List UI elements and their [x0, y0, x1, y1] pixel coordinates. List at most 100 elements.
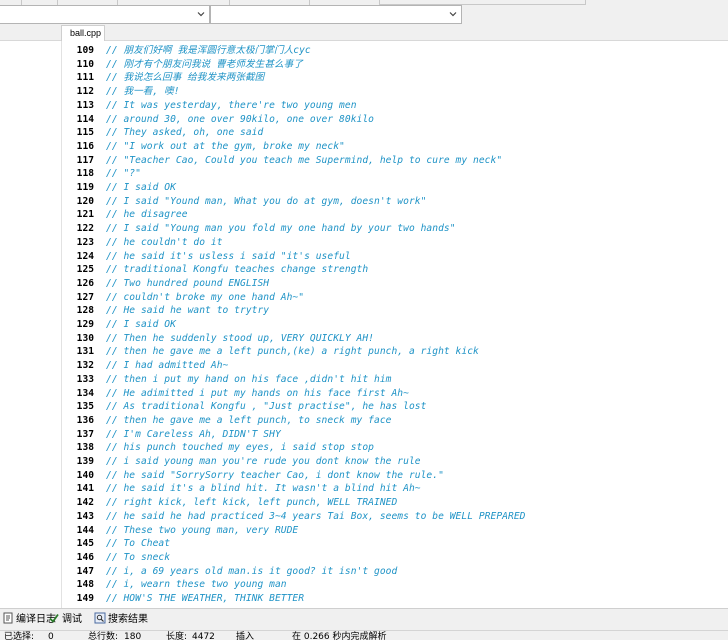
line-number-text: 127	[76, 291, 94, 303]
line-number: 143	[62, 510, 98, 524]
code-line[interactable]: // he couldn't do it	[98, 236, 728, 250]
code-area[interactable]: // 朋友们好啊 我是浑圆行意太极门掌门人cyc // 刚才有个朋友问我说 曹老师…	[98, 41, 728, 608]
line-number: 141	[62, 482, 98, 496]
line-number-text: 124	[76, 250, 94, 262]
line-number: 132	[62, 359, 98, 373]
comment-text: // I said OK	[106, 182, 176, 193]
code-line[interactable]: // "I work out at the gym, broke my neck…	[98, 140, 728, 154]
tab-debug[interactable]: 调试	[48, 612, 82, 628]
code-line[interactable]: // he said it's usless i said "it's usef…	[98, 250, 728, 264]
line-number: 117	[62, 154, 98, 168]
code-line[interactable]: // then i put my hand on his face ,didn'…	[98, 373, 728, 387]
line-number-text: 117	[76, 154, 94, 166]
line-number-text: 140	[76, 469, 94, 481]
code-line[interactable]: // I said OK	[98, 181, 728, 195]
code-line[interactable]: // "?"	[98, 167, 728, 181]
code-line[interactable]: // I had admitted Ah~	[98, 359, 728, 373]
code-line[interactable]: // As traditional Kongfu , "Just practis…	[98, 400, 728, 414]
code-line[interactable]: // To sneck	[98, 551, 728, 565]
comment-text: // couldn't broke my one hand Ah~"	[106, 291, 305, 303]
line-number-text: 135	[76, 401, 94, 413]
editor-tab-bar: ball.cpp	[0, 24, 728, 41]
code-line[interactable]: // he said it's a blind hit. It wasn't a…	[98, 482, 728, 496]
code-editor[interactable]: 109 110 111 112 113 114 115 116 117 118 119 120 121 1…	[62, 41, 728, 608]
code-line[interactable]: // he said "SorrySorry teacher Cao, i do…	[98, 469, 728, 483]
code-line[interactable]: // his punch touched my eyes, i said sto…	[98, 441, 728, 455]
tab-ball-cpp[interactable]: ball.cpp	[61, 25, 105, 41]
comment-text: // Then he suddenly stood up, VERY QUICK…	[106, 332, 374, 344]
code-line[interactable]: // right kick, left kick, left punch, WE…	[98, 496, 728, 510]
code-line[interactable]: // around 30, one over 90kilo, one over …	[98, 113, 728, 127]
comment-text: // Two hundred pound ENGLISH	[106, 277, 270, 289]
project-browser-panel[interactable]	[0, 41, 62, 608]
line-number: 130	[62, 332, 98, 346]
tab-debug-label: 调试	[62, 614, 82, 625]
comment-text: // I said OK	[106, 319, 176, 330]
code-line[interactable]: // he said he had practiced 3~4 years Ta…	[98, 510, 728, 524]
code-line[interactable]: // It was yesterday, there're two young …	[98, 99, 728, 113]
status-length-value: 4472	[192, 632, 215, 640]
comment-text: // To sneck	[106, 551, 171, 563]
code-line[interactable]: // traditional Kongfu teaches change str…	[98, 263, 728, 277]
line-number-text: 118	[76, 168, 94, 180]
code-line[interactable]: // Then he suddenly stood up, VERY QUICK…	[98, 332, 728, 346]
line-number-text: 123	[76, 236, 94, 248]
line-number: 109	[62, 44, 98, 58]
line-number-text: 128	[76, 305, 94, 317]
tab-search-results[interactable]: 搜索结果	[94, 612, 148, 628]
line-number-text: 132	[76, 360, 94, 372]
code-line[interactable]: // I'm Careless Ah, DIDN'T SHY	[98, 428, 728, 442]
code-line[interactable]: // 我说怎么回事 给我发来两张截图	[98, 71, 728, 85]
code-line[interactable]: // I said OK	[98, 318, 728, 332]
code-line[interactable]: // These two young man, very RUDE	[98, 524, 728, 538]
code-line[interactable]: // He said he want to trytry	[98, 304, 728, 318]
line-number-text: 114	[76, 113, 94, 125]
line-number-text: 136	[76, 414, 94, 426]
search-results-icon	[94, 612, 106, 624]
code-line[interactable]: // he disagree	[98, 208, 728, 222]
comment-text: // he said it's usless i said "it's usef…	[106, 250, 351, 262]
check-icon	[48, 612, 60, 624]
code-line[interactable]: // 刚才有个朋友问我说 曹老师发生甚么事了	[98, 58, 728, 72]
line-number: 136	[62, 414, 98, 428]
code-line[interactable]: // couldn't broke my one hand Ah~"	[98, 291, 728, 305]
code-line[interactable]: // i, a 69 years old man.is it good? it …	[98, 565, 728, 579]
line-number-text: 116	[76, 140, 94, 152]
code-line[interactable]: // I said "Young man you fold my one han…	[98, 222, 728, 236]
comment-text: // then i put my hand on his face ,didn'…	[106, 373, 392, 385]
code-line[interactable]: // Two hundred pound ENGLISH	[98, 277, 728, 291]
line-number: 115	[62, 126, 98, 140]
line-number: 128	[62, 304, 98, 318]
line-number: 139	[62, 455, 98, 469]
comment-text: // HOW'S THE WEATHER, THINK BETTER	[106, 593, 305, 604]
chevron-down-icon	[449, 10, 457, 18]
comment-text: // I said "Young man you fold my one han…	[106, 223, 456, 235]
member-dropdown[interactable]	[210, 5, 462, 24]
code-line[interactable]: // To Cheat	[98, 537, 728, 551]
code-line[interactable]: // then he gave me a left punch,(ke) a r…	[98, 345, 728, 359]
code-line[interactable]: // i, wearn these two young man	[98, 578, 728, 592]
code-line[interactable]: // They asked, oh, one said	[98, 126, 728, 140]
status-total-lines-value: 180	[124, 632, 142, 640]
line-number-gutter: 109 110 111 112 113 114 115 116 117 118 119 120 121 1…	[62, 41, 98, 608]
line-number: 134	[62, 387, 98, 401]
chevron-down-icon	[197, 10, 205, 18]
line-number-text: 121	[76, 209, 94, 221]
line-number: 144	[62, 524, 98, 538]
line-number: 146	[62, 551, 98, 565]
comment-text: // As traditional Kongfu , "Just practis…	[106, 401, 427, 413]
code-line[interactable]: // 我一看, 噢!	[98, 85, 728, 99]
code-line[interactable]: // I said "Yound man, What you do at gym…	[98, 195, 728, 209]
code-line[interactable]: // HOW'S THE WEATHER, THINK BETTER	[98, 592, 728, 606]
code-line[interactable]: // He adimitted i put my hands on his fa…	[98, 387, 728, 401]
comment-text: // he said he had practiced 3~4 years Ta…	[106, 510, 526, 522]
line-number-text: 109	[76, 45, 94, 56]
code-line[interactable]: // i said young man you're rude you dont…	[98, 455, 728, 469]
code-line[interactable]: // "Teacher Cao, Could you teach me Supe…	[98, 154, 728, 168]
code-line[interactable]: // then he gave me a left punch, to snec…	[98, 414, 728, 428]
line-number-text: 137	[76, 428, 94, 440]
line-number-text: 122	[76, 223, 94, 235]
line-number: 133	[62, 373, 98, 387]
class-dropdown[interactable]	[0, 5, 210, 24]
code-line[interactable]: // 朋友们好啊 我是浑圆行意太极门掌门人cyc	[98, 44, 728, 58]
